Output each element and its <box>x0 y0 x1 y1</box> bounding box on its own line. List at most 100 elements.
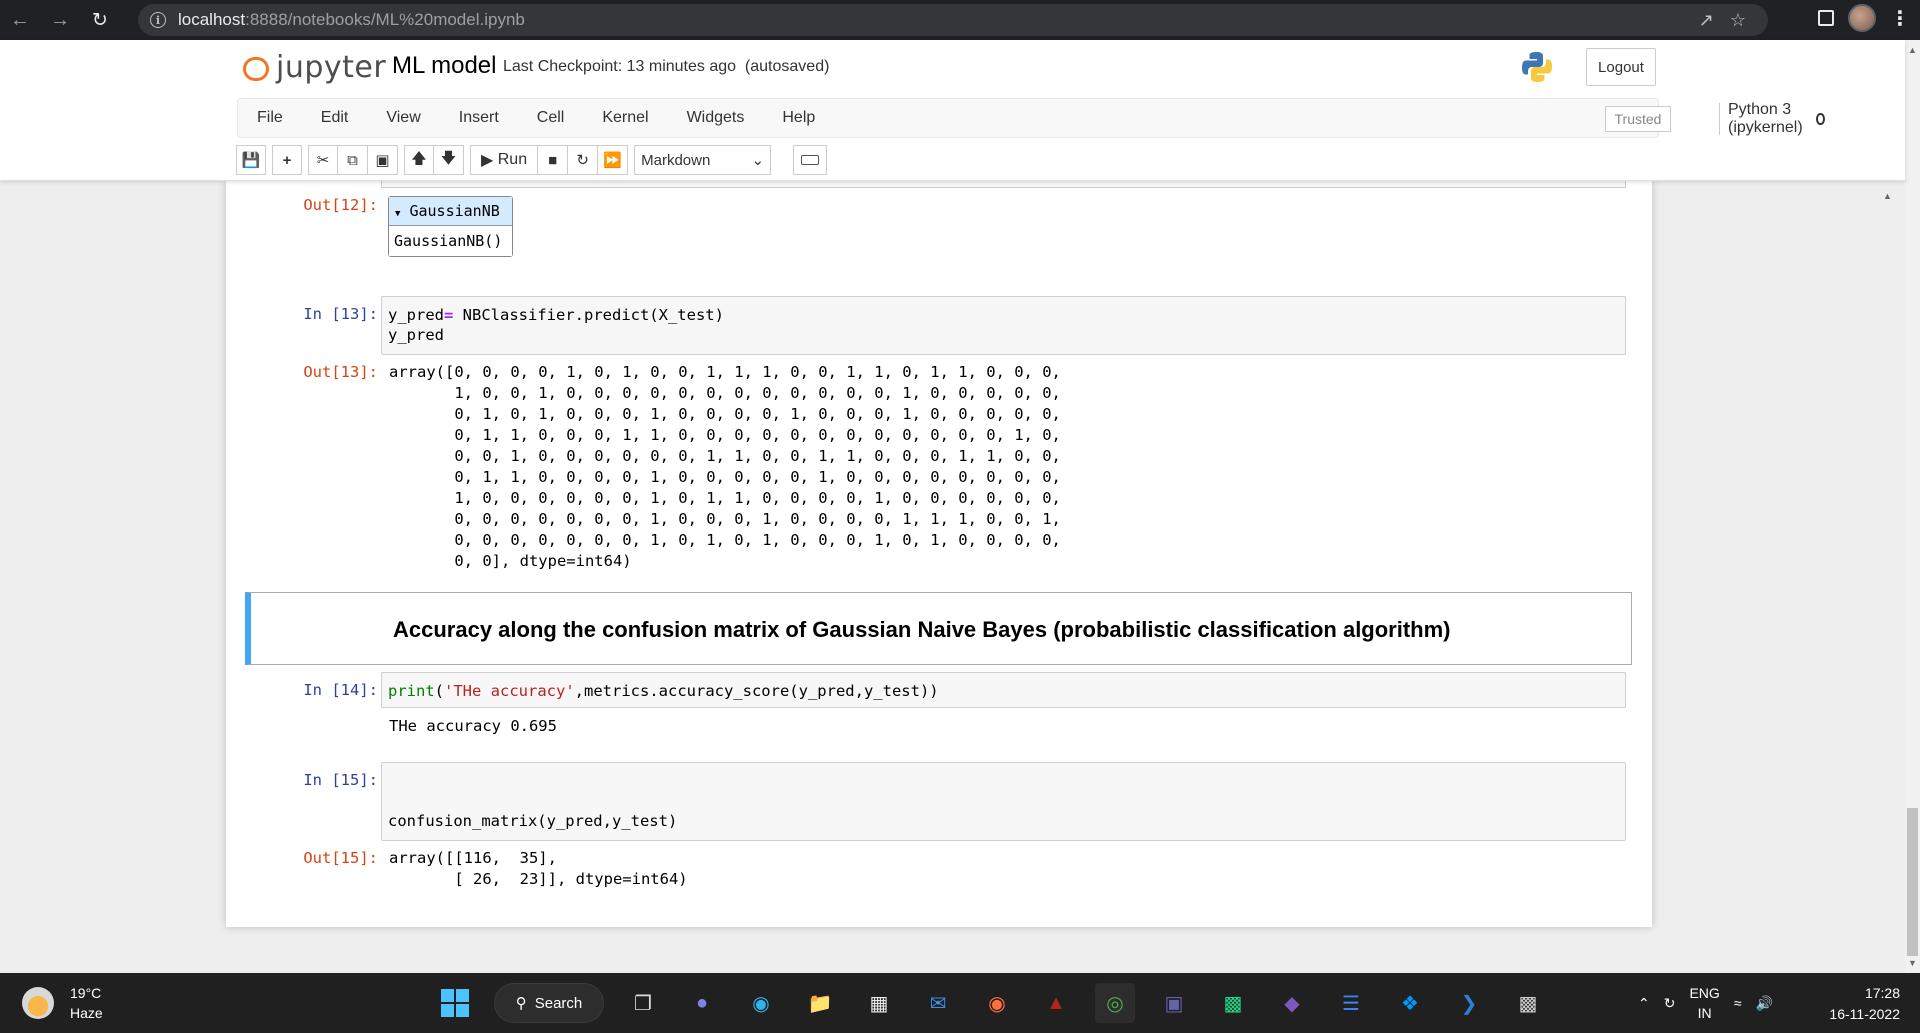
paste-icon[interactable]: ▣ <box>368 145 398 175</box>
menu-kernel[interactable]: Kernel <box>583 109 667 127</box>
task-view-icon[interactable]: ❐ <box>623 983 663 1023</box>
checkpoint-status: Last Checkpoint: 13 minutes ago (autosav… <box>503 58 829 76</box>
bookmark-star-icon[interactable]: ☆ <box>1730 10 1746 31</box>
menu-file[interactable]: File <box>238 109 302 127</box>
jupyter-logo-icon <box>242 54 270 82</box>
date: 16-11-2022 <box>1829 1006 1900 1022</box>
notebook-title[interactable]: ML model <box>392 52 496 80</box>
search-label: Search <box>534 994 583 1012</box>
insert-cell-below-icon[interactable]: + <box>272 145 302 175</box>
menu-edit[interactable]: Edit <box>302 109 368 127</box>
language-indicator[interactable]: ENG IN <box>1689 983 1719 1023</box>
share-icon[interactable]: ↗ <box>1699 10 1714 31</box>
microsoft-store-icon[interactable]: ▦ <box>859 983 899 1023</box>
chevron-down-icon: ⌄ <box>751 152 765 169</box>
site-info-icon[interactable]: i <box>150 12 166 28</box>
scroll-up-icon[interactable]: ▲ <box>1905 42 1920 58</box>
menu-widgets[interactable]: Widgets <box>668 109 764 127</box>
weather-widget[interactable]: 19°C Haze <box>22 983 103 1023</box>
sync-icon[interactable]: ↻ <box>1664 995 1676 1012</box>
forward-arrow-icon[interactable]: → <box>40 0 80 40</box>
start-button[interactable] <box>435 983 475 1023</box>
teams-icon[interactable]: ▣ <box>1154 983 1194 1023</box>
back-arrow-icon[interactable]: ← <box>0 0 40 40</box>
clock[interactable]: 17:28 16-11-2022 <box>1829 983 1900 1025</box>
inner-scroll-up-icon[interactable]: ▲ <box>1880 188 1895 204</box>
chrome-icon[interactable]: ◎ <box>1095 983 1135 1023</box>
code-string: 'THe accuracy' <box>444 682 575 700</box>
in15-prompt: In [15]: <box>303 771 378 789</box>
estimator-display[interactable]: ▼ GaussianNB GaussianNB() <box>388 196 513 257</box>
code-cell-14[interactable]: print('THe accuracy',metrics.accuracy_sc… <box>381 672 1626 708</box>
firefox-icon[interactable]: ◉ <box>977 983 1017 1023</box>
save-icon[interactable]: 💾 <box>236 145 266 175</box>
run-button[interactable]: ▶ Run <box>470 145 539 175</box>
edge-browser-icon[interactable]: ◉ <box>741 983 781 1023</box>
jupyter-logo[interactable]: jupyter <box>242 50 386 85</box>
output-13: array([0, 0, 0, 0, 1, 0, 1, 0, 0, 1, 1, … <box>389 363 1061 570</box>
cut-icon[interactable]: ✂ <box>308 145 338 175</box>
volume-icon[interactable]: 🔊 <box>1756 995 1773 1012</box>
mail-icon[interactable]: ✉ <box>918 983 958 1023</box>
visual-studio-icon[interactable]: ◆ <box>1272 983 1312 1023</box>
code-token: ,metrics.accuracy_score(y_pred,y_test)) <box>574 682 939 700</box>
language-bottom: IN <box>1697 1005 1712 1021</box>
game-app-icon[interactable]: ▲ <box>1036 983 1076 1023</box>
command-palette-button[interactable] <box>793 145 828 175</box>
output-14: THe accuracy 0.695 <box>389 717 557 735</box>
vscode-icon[interactable]: ❖ <box>1390 983 1430 1023</box>
scroll-thumb[interactable] <box>1907 808 1918 956</box>
tray-overflow-icon[interactable]: ⌃ <box>1638 995 1650 1012</box>
address-bar[interactable]: i localhost:8888/notebooks/ML%20model.ip… <box>138 4 1768 36</box>
out15-prompt: Out[15]: <box>303 849 378 867</box>
scroll-down-icon[interactable]: ▼ <box>1905 955 1920 971</box>
keyboard-icon <box>801 155 820 165</box>
menu-cell[interactable]: Cell <box>518 109 584 127</box>
url-path: :8888/notebooks/ML%20model.ipynb <box>245 10 525 29</box>
weather-condition: Haze <box>70 1005 103 1021</box>
taskbar-search[interactable]: ⚲ Search <box>494 983 604 1023</box>
markdown-cell-selected[interactable]: Accuracy along the confusion matrix of G… <box>245 592 1632 665</box>
logout-button[interactable]: Logout <box>1586 48 1656 86</box>
restart-run-all-icon[interactable]: ⏩ <box>598 145 629 175</box>
page-scrollbar[interactable]: ▲ ▼ <box>1905 40 1920 973</box>
copy-icon[interactable]: ⧉ <box>338 145 368 175</box>
temperature: 19°C <box>70 985 102 1001</box>
more-menu-icon[interactable]: ⋮ <box>1890 6 1910 31</box>
code-operator: = <box>444 306 454 324</box>
interrupt-icon[interactable]: ■ <box>538 145 569 175</box>
estimator-repr: GaussianNB() <box>389 226 512 256</box>
file-explorer-icon[interactable]: 📁 <box>800 983 840 1023</box>
menu-view[interactable]: View <box>367 109 439 127</box>
menu-help[interactable]: Help <box>763 109 834 127</box>
move-down-icon[interactable]: 🡇 <box>434 145 464 175</box>
wifi-icon[interactable]: ≈ <box>1734 995 1742 1011</box>
url-text: localhost:8888/notebooks/ML%20model.ipyn… <box>178 10 525 30</box>
in14-prompt: In [14]: <box>303 681 378 699</box>
code-cell-13[interactable]: y_pred= NBClassifier.predict(X_test) y_p… <box>381 296 1626 355</box>
menu-insert[interactable]: Insert <box>440 109 518 127</box>
move-up-icon[interactable]: 🡅 <box>404 145 434 175</box>
estimator-header[interactable]: ▼ GaussianNB <box>389 197 512 226</box>
notepad-icon[interactable]: ☰ <box>1331 983 1371 1023</box>
pycharm-icon[interactable]: ▩ <box>1213 983 1253 1023</box>
window-icon[interactable] <box>1818 10 1834 26</box>
kernel-label: Python 3 (ipykernel) <box>1728 101 1803 136</box>
chat-icon[interactable]: ● <box>682 983 722 1023</box>
powershell-icon[interactable]: ❯ <box>1449 983 1489 1023</box>
avatar[interactable] <box>1848 4 1876 32</box>
run-label: Run <box>497 151 528 168</box>
code-token: y_pred <box>388 326 444 344</box>
jupyter-header: jupyter ML model Last Checkpoint: 13 min… <box>0 40 1905 181</box>
reload-icon[interactable]: ↻ <box>80 0 120 40</box>
python-logo-icon <box>1522 52 1552 82</box>
code-cell-15[interactable]: confusion_matrix(y_pred,y_test) <box>381 762 1626 841</box>
windows-taskbar: 19°C Haze ⚲ Search ❐ ● ◉ 📁 ▦ ✉ ◉ ▲ ◎ ▣ ▩ ◆… <box>0 973 1920 1033</box>
cell-type-select[interactable]: Markdown ⌄ <box>634 145 772 175</box>
terminal-icon[interactable]: ▩ <box>1508 983 1548 1023</box>
restart-icon[interactable]: ↻ <box>568 145 599 175</box>
url-host: localhost <box>178 10 246 29</box>
windows-logo-icon <box>441 989 469 1017</box>
code-token: ( <box>434 682 445 700</box>
trusted-indicator[interactable]: Trusted <box>1605 106 1671 132</box>
